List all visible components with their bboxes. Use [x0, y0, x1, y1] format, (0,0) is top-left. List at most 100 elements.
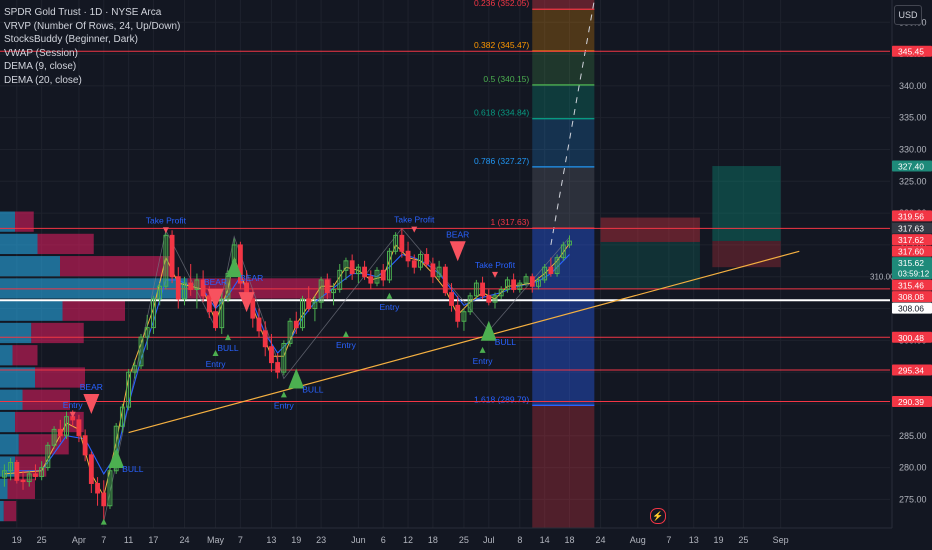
indicator-dema-9[interactable]: DEMA (9, close): [4, 60, 180, 74]
candle-body: [542, 266, 548, 281]
volume-profile-up: [0, 411, 15, 433]
candle-body: [349, 260, 355, 275]
volume-profile-down: [18, 434, 69, 455]
time-tick-label: 19: [12, 535, 22, 545]
entry-label: Entry: [473, 356, 494, 366]
candle-body: [119, 406, 125, 427]
candle-body: [213, 311, 218, 329]
symbol-title[interactable]: SPDR Gold Trust · 1D · NYSE Arca: [4, 6, 180, 20]
indicator-vrvp[interactable]: VRVP (Number Of Rows, 24, Up/Down): [4, 20, 180, 34]
price-axis-badge-label: 308.06: [898, 304, 924, 314]
entry-marker: [479, 346, 486, 353]
candle-body: [368, 276, 374, 284]
time-tick-label: 7: [238, 535, 243, 545]
time-tick-label: Sep: [773, 535, 789, 545]
candle-body: [536, 279, 541, 287]
fib-zone: [532, 166, 595, 229]
candle-body: [157, 285, 163, 300]
time-tick-label: 17: [148, 535, 158, 545]
candle-body: [418, 253, 423, 268]
candle-body: [163, 234, 169, 287]
candle-body: [380, 269, 386, 281]
candle-body: [523, 276, 529, 284]
candle-body: [312, 301, 318, 310]
price-tick-label: 340.00: [899, 81, 927, 91]
indicator-stocksbuddy[interactable]: StocksBuddy (Beginner, Dark): [4, 33, 180, 47]
price-tick-label: 335.00: [899, 113, 927, 123]
time-tick-label: 11: [124, 535, 133, 545]
candle-body: [343, 260, 349, 271]
signal-label: BULL: [302, 385, 324, 395]
candle-body: [64, 416, 69, 437]
fib-zone: [532, 51, 595, 85]
volume-profile-up: [0, 322, 32, 344]
volume-profile-up: [0, 300, 63, 321]
candle-body: [138, 336, 144, 367]
candle-body: [45, 444, 51, 469]
time-tick-label: 24: [596, 535, 606, 545]
time-tick-label: 7: [666, 535, 671, 545]
candle-body: [411, 260, 417, 268]
volume-profile-up: [0, 500, 4, 522]
candle-body: [287, 320, 293, 345]
time-tick-label: Aug: [630, 535, 646, 545]
candle-body: [455, 304, 461, 322]
price-tick-label: 285.00: [899, 431, 927, 441]
fib-zone: [532, 9, 595, 52]
candle-body: [14, 461, 20, 481]
time-tick-label: 18: [565, 535, 575, 545]
price-tick-label: 325.00: [899, 176, 927, 186]
candle-body: [8, 461, 14, 472]
candle-body: [107, 470, 113, 507]
price-axis-badge-label: 308.08: [898, 292, 924, 302]
candle-body: [101, 492, 107, 507]
signal-label: BEAR: [204, 277, 227, 287]
candle-body: [442, 266, 448, 294]
volume-profile-up: [0, 345, 13, 366]
price-axis-badge-label: 317.62: [898, 235, 924, 245]
fib-level-label: 0.382 (345.47): [474, 40, 529, 50]
candle-body: [362, 266, 368, 278]
entry-marker: [342, 330, 349, 337]
take-profit-label: Take Profit: [146, 215, 187, 225]
time-tick-label: 6: [381, 535, 386, 545]
fib-zone: [532, 0, 595, 10]
time-tick-label: 24: [179, 535, 189, 545]
volume-profile-down: [37, 233, 94, 255]
volume-profile-down: [62, 300, 125, 321]
indicator-vwap[interactable]: VWAP (Session): [4, 47, 180, 61]
price-axis-badge-label: 315.46: [898, 281, 924, 291]
candle-body: [473, 282, 479, 297]
candle-body: [188, 282, 194, 290]
candle-body: [554, 257, 560, 275]
currency-button[interactable]: USD: [894, 5, 922, 25]
fib-zone: [532, 405, 595, 528]
price-axis-badge-label: 315.62: [898, 258, 924, 268]
exit-marker: [411, 226, 418, 233]
candle-body: [306, 298, 312, 310]
candle-body: [405, 250, 411, 262]
candle-body: [256, 317, 262, 332]
time-tick-label: 25: [37, 535, 47, 545]
time-tick-label: 14: [540, 535, 550, 545]
price-axis-badge-label: 319.56: [898, 211, 924, 221]
fib-level-label: 0.618 (334.84): [474, 108, 529, 118]
fib-level-label: 1.618 (289.79): [474, 394, 529, 404]
candle-body: [467, 295, 473, 313]
candle-body: [436, 266, 442, 278]
volume-profile-up: [0, 389, 23, 410]
time-tick-label: 19: [714, 535, 724, 545]
time-tick-label: Apr: [72, 535, 86, 545]
candle-body: [293, 320, 299, 329]
price-tick-label: 310.00: [870, 273, 895, 282]
countdown-label: 03:59:12: [898, 270, 930, 279]
candle-body: [498, 288, 504, 297]
take-profit-label: Entry: [63, 400, 84, 410]
indicator-dema-20[interactable]: DEMA (20, close): [4, 74, 180, 88]
flash-icon[interactable]: ⚡: [650, 508, 666, 524]
candle-body: [560, 244, 566, 259]
entry-label: Entry: [379, 302, 400, 312]
time-tick-label: Jun: [351, 535, 366, 545]
entry-marker: [100, 518, 107, 525]
price-axis-badge-label: 295.34: [898, 365, 924, 375]
